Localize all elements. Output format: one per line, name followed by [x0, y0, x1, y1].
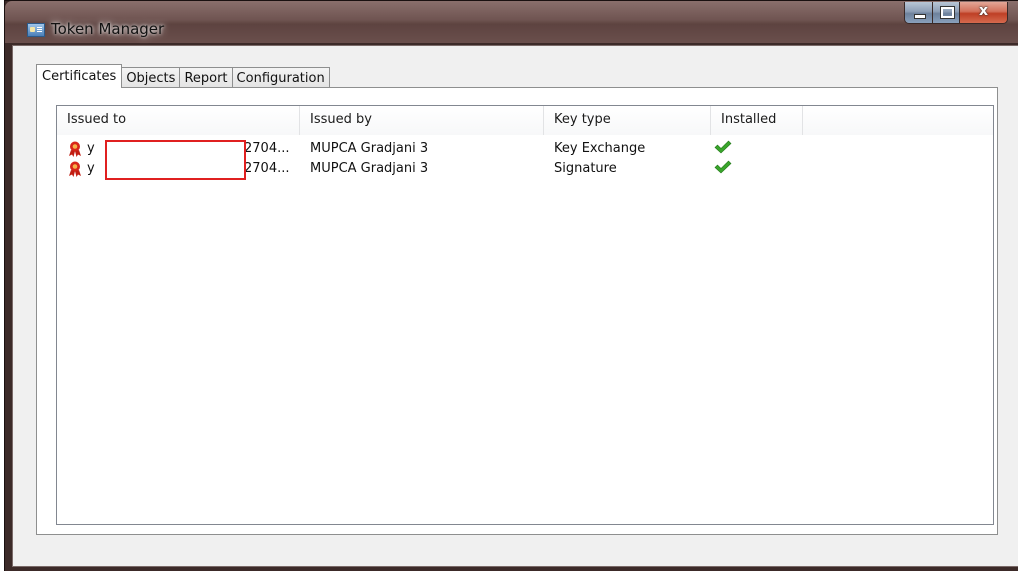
installed-check-icon — [714, 140, 732, 154]
column-issued-by[interactable]: Issued by — [300, 106, 544, 135]
column-filler — [803, 106, 993, 135]
certificates-panel: Issued to Issued by Key type Installed y… — [36, 87, 998, 535]
certificate-icon — [69, 141, 81, 157]
token-manager-window: Token Manager x Certificates Objects Rep… — [4, 0, 1018, 571]
minimize-icon — [914, 14, 926, 19]
issued-to-cell: y — [87, 141, 95, 156]
caption-buttons: x — [904, 2, 1008, 24]
maximize-button[interactable] — [933, 2, 960, 23]
minimize-button[interactable] — [905, 2, 933, 23]
issued-to-cell: y — [87, 161, 95, 176]
key-type-cell: Key Exchange — [554, 141, 646, 156]
app-icon[interactable] — [27, 23, 45, 37]
client-area: Certificates Objects Report Configuratio… — [12, 45, 1018, 567]
tab-certificates[interactable]: Certificates — [36, 64, 123, 88]
tab-configuration[interactable]: Configuration — [232, 67, 330, 88]
key-type-cell: Signature — [554, 161, 617, 176]
tab-objects[interactable]: Objects — [122, 67, 181, 88]
column-issued-to[interactable]: Issued to — [57, 106, 300, 135]
issued-to-tail: 2704... — [244, 161, 290, 176]
title-bar[interactable]: Token Manager x — [5, 1, 1018, 43]
maximize-icon — [940, 6, 955, 19]
installed-check-icon — [714, 160, 732, 174]
column-key-type[interactable]: Key type — [544, 106, 711, 135]
issued-by-cell: MUPCA Gradjani 3 — [310, 161, 429, 176]
close-button[interactable]: x — [960, 2, 1007, 23]
column-installed[interactable]: Installed — [711, 106, 803, 135]
tab-report[interactable]: Report — [180, 67, 233, 88]
issued-to-tail: 2704... — [244, 141, 290, 156]
redaction-box — [105, 140, 246, 180]
certificate-icon — [69, 161, 81, 177]
tab-strip: Certificates Objects Report Configuratio… — [36, 64, 330, 88]
certificates-list[interactable]: Issued to Issued by Key type Installed y… — [56, 105, 994, 525]
list-header: Issued to Issued by Key type Installed — [57, 106, 993, 135]
issued-by-cell: MUPCA Gradjani 3 — [310, 141, 429, 156]
close-icon: x — [978, 3, 989, 19]
window-title: Token Manager — [51, 20, 165, 38]
